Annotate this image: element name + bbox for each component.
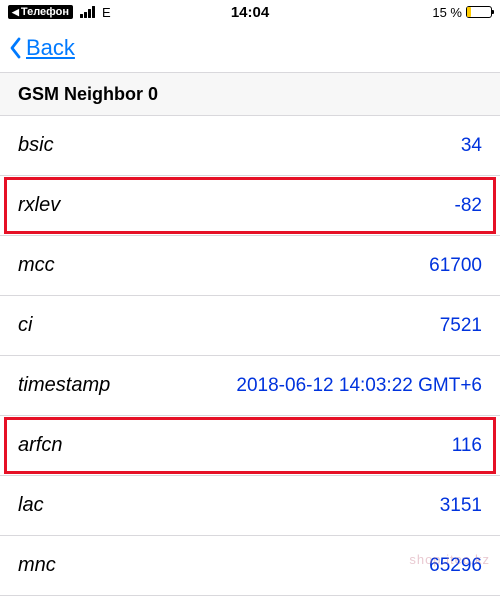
table-row[interactable]: lac 3151: [0, 476, 500, 536]
row-value: 61700: [429, 255, 482, 277]
clock: 14:04: [231, 4, 269, 21]
row-value: 2018-06-12 14:03:22 GMT+6: [236, 375, 482, 397]
back-label: Back: [26, 35, 75, 61]
status-left: ◀ Телефон E: [8, 5, 111, 20]
signal-strength-icon: [80, 6, 95, 18]
table-row[interactable]: bsic 34: [0, 116, 500, 176]
battery-percentage: 15 %: [432, 5, 462, 20]
table-row[interactable]: mcc 61700: [0, 236, 500, 296]
row-label: rxlev: [18, 194, 60, 217]
watermark: shop.itec.kz: [409, 552, 490, 567]
return-to-app-pill[interactable]: ◀ Телефон: [8, 5, 73, 19]
row-value: 7521: [440, 315, 482, 337]
section-header: GSM Neighbor 0: [0, 72, 500, 116]
row-label: arfcn: [18, 434, 62, 457]
table-row[interactable]: timestamp 2018-06-12 14:03:22 GMT+6: [0, 356, 500, 416]
battery-icon: [466, 6, 492, 18]
status-bar: ◀ Телефон E 14:04 15 %: [0, 0, 500, 24]
table-row[interactable]: rxlev -82: [0, 176, 500, 236]
return-app-label: Телефон: [21, 6, 69, 18]
row-value: 34: [461, 135, 482, 157]
row-value: -82: [455, 195, 482, 217]
chevron-left-icon: [8, 37, 24, 59]
chevron-left-icon: ◀: [12, 7, 19, 18]
row-value: 116: [452, 435, 482, 457]
section-title: GSM Neighbor 0: [18, 84, 158, 105]
row-label: mcc: [18, 254, 55, 277]
row-label: lac: [18, 494, 44, 517]
row-label: bsic: [18, 134, 54, 157]
nav-bar: Back: [0, 24, 500, 72]
highlight-box: [4, 177, 496, 234]
row-label: ci: [18, 314, 32, 337]
data-rows: bsic 34 rxlev -82 mcc 61700 ci 7521 timestamp 201…: [0, 116, 500, 596]
status-right: 15 %: [432, 5, 492, 20]
row-label: mnc: [18, 554, 56, 577]
table-row[interactable]: arfcn 116: [0, 416, 500, 476]
table-row[interactable]: ci 7521: [0, 296, 500, 356]
row-value: 3151: [440, 495, 482, 517]
highlight-box: [4, 417, 496, 474]
back-button[interactable]: Back: [8, 35, 75, 61]
network-type: E: [102, 5, 111, 20]
row-label: timestamp: [18, 374, 110, 397]
